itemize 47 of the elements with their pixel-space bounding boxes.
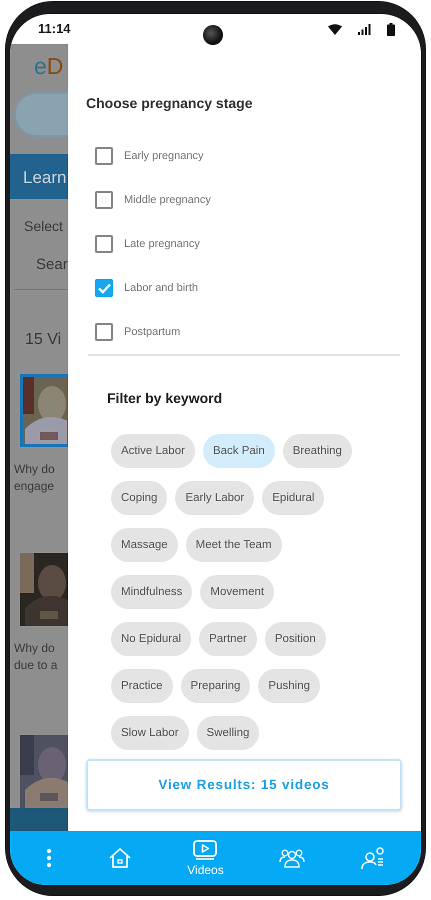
keyword-chip[interactable]: Practice <box>111 669 173 703</box>
keyword-chip[interactable]: Coping <box>111 481 168 515</box>
keyword-chip[interactable]: Pushing <box>258 669 320 703</box>
checkbox[interactable] <box>95 279 113 297</box>
keyword-chip[interactable]: Meet the Team <box>186 528 282 562</box>
checkbox-label[interactable]: Labor and birth <box>124 280 198 296</box>
clock-time: 11:14 <box>38 20 71 38</box>
user-settings-icon <box>361 846 386 870</box>
video-icon <box>193 840 218 860</box>
banner-title: Learn <box>10 154 68 199</box>
select-label: Select <box>24 217 64 236</box>
checkbox[interactable] <box>95 147 113 165</box>
keyword-chip[interactable]: Epidural <box>262 481 324 515</box>
keyword-chip[interactable]: Active Labor <box>111 434 195 468</box>
checkbox-label[interactable]: Postpartum <box>124 324 180 340</box>
keyword-chip[interactable]: Partner <box>199 622 257 656</box>
section-heading: Choose pregnancy stage <box>86 95 254 112</box>
keyword-chip[interactable]: Slow Labor <box>111 716 189 750</box>
keyword-chip[interactable]: Movement <box>200 575 274 609</box>
footer-band <box>10 808 68 831</box>
checkbox[interactable] <box>95 191 113 209</box>
keyword-chip[interactable]: Breathing <box>282 434 352 468</box>
menu-icon <box>46 848 52 868</box>
keyword-chip[interactable]: No Epidural <box>111 622 192 656</box>
keyword-chip[interactable]: Back Pain <box>202 434 275 468</box>
keyword-chip[interactable]: Preparing <box>180 669 250 703</box>
keyword-chip[interactable]: Mindfulness <box>111 575 192 609</box>
wifi-icon <box>328 24 342 34</box>
battery-icon <box>387 22 395 36</box>
video-title: Why do engage <box>13 460 56 494</box>
keyword-chip[interactable]: Swelling <box>196 716 260 750</box>
checkbox-label[interactable]: Late pregnancy <box>124 236 200 252</box>
checkbox-label[interactable]: Middle pregnancy <box>124 192 211 208</box>
video-count: 15 Vi <box>25 330 62 350</box>
camera-lens <box>203 25 223 45</box>
app-logo: eD <box>33 52 64 81</box>
keyword-chip[interactable]: Massage <box>111 528 178 562</box>
keyword-chip[interactable]: Position <box>264 622 326 656</box>
keyword-chip[interactable]: Early Labor <box>175 481 254 515</box>
video-title: Why do due to a <box>13 640 58 674</box>
checkbox[interactable] <box>95 323 113 341</box>
checkbox-label[interactable]: Early pregnancy <box>124 148 204 164</box>
signal-icon <box>358 24 371 34</box>
checkbox[interactable] <box>95 235 113 253</box>
home-icon <box>108 847 132 869</box>
group-icon <box>279 848 306 868</box>
section-heading: Filter by keyword <box>107 390 224 407</box>
